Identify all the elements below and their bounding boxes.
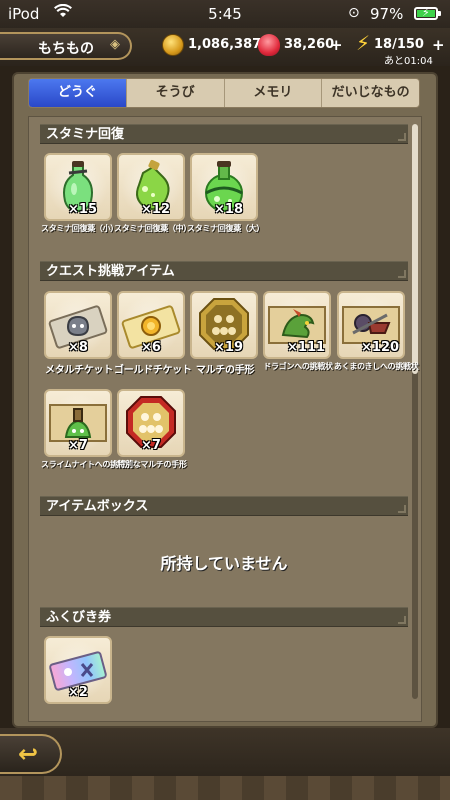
section-title: クエスト挑戦アイテム [46, 264, 175, 279]
scrollbar-thumb[interactable] [412, 124, 418, 374]
item-gold-ticket[interactable]: ×6 ゴールドチケット [114, 291, 192, 376]
back-button[interactable]: ↩ [0, 734, 62, 774]
title-plate: もちもの ◈ [0, 32, 132, 60]
item-special-multi-pass[interactable]: ×7 特別なマルチの手形 [117, 389, 187, 469]
item-name: 特別なマルチの手形 [117, 460, 187, 469]
item-count: ×18 [214, 202, 243, 217]
item-multi-pass[interactable]: ×19 マルチの手形 [190, 291, 258, 376]
gold-coin-icon [162, 34, 184, 56]
item-stamina-potion-small[interactable]: ×15 スタミナ回復薬（小） [41, 153, 118, 233]
tab-tools[interactable]: どうぐ [29, 79, 127, 107]
item-metal-ticket[interactable]: ×8 メタルチケット [44, 291, 113, 376]
item-count: ×19 [214, 340, 243, 355]
item-count: ×15 [68, 202, 97, 217]
gem-amount: 38,260 [284, 37, 335, 52]
section-title: ふくびき券 [46, 610, 112, 625]
empty-message: 所持していません [160, 554, 288, 573]
item-name: あくまのきしへの挑戦状 [334, 362, 419, 371]
add-gems-button[interactable]: + [330, 36, 343, 54]
item-count: ×8 [68, 340, 88, 355]
item-count: ×12 [141, 202, 170, 217]
lightning-icon: ⚡ [355, 31, 371, 55]
stamina-amount: 18/150 [374, 37, 424, 52]
add-stamina-button[interactable]: + [432, 36, 445, 54]
item-name: スライムナイトへの挑戦状 [41, 460, 134, 469]
section-header-quest-items: クエスト挑戦アイテム [40, 261, 408, 281]
gold-amount: 1,086,387 [188, 37, 262, 52]
item-name: マルチの手形 [195, 365, 255, 376]
item-name: スタミナ回復薬（小） [41, 224, 118, 233]
section-header-item-box: アイテムボックス [40, 496, 408, 516]
battery-icon: ⚡ [414, 6, 441, 20]
section-header-lottery-tickets: ふくびき券 [40, 607, 408, 627]
item-name: ゴールドチケット [114, 365, 192, 376]
item-demon-knight-challenge[interactable]: ×120 あくまのきしへの挑戦状 [334, 291, 419, 371]
item-count: ×120 [361, 340, 400, 355]
item-count: ×111 [287, 340, 326, 355]
item-name: メタルチケット [45, 365, 113, 376]
item-count: ×7 [141, 438, 161, 453]
decorative-floor [0, 776, 450, 800]
page-title: もちもの [38, 41, 94, 57]
item-stamina-potion-medium[interactable]: ×12 スタミナ回復薬（中） [114, 153, 191, 233]
item-slime-knight-challenge[interactable]: ×7 スライムナイトへの挑戦状 [41, 389, 134, 469]
tab-bar: どうぐ そうび メモリ だいじなもの [28, 78, 420, 108]
item-lottery-ticket[interactable]: ×2 [44, 636, 112, 704]
item-count: ×2 [68, 685, 88, 700]
section-title: アイテムボックス [46, 499, 149, 514]
stamina-timer: あと01:04 [384, 56, 433, 67]
item-name: ドラゴンへの挑戦状 [263, 362, 333, 371]
gem-icon [258, 34, 280, 56]
tab-memory[interactable]: メモリ [225, 79, 323, 107]
section-header-stamina: スタミナ回復 [40, 124, 408, 144]
return-arrow-icon: ↩ [18, 740, 39, 768]
tab-equipment[interactable]: そうび [127, 79, 225, 107]
rotation-lock-icon: ⊙ [348, 5, 360, 21]
section-title: スタミナ回復 [46, 127, 125, 142]
item-dragon-challenge[interactable]: ×111 ドラゴンへの挑戦状 [263, 291, 333, 371]
item-stamina-potion-large[interactable]: ×18 スタミナ回復薬（大） [187, 153, 264, 233]
status-bar: iPod 5:45 ⊙ 97% ⚡ [0, 0, 450, 28]
ornament-icon: ◈ [110, 37, 120, 52]
item-name: スタミナ回復薬（大） [187, 224, 264, 233]
tab-key-items[interactable]: だいじなもの [322, 79, 419, 107]
item-count: ×6 [141, 340, 161, 355]
battery-percentage: 97% [370, 5, 404, 23]
item-name: スタミナ回復薬（中） [114, 224, 191, 233]
item-count: ×7 [68, 438, 88, 453]
